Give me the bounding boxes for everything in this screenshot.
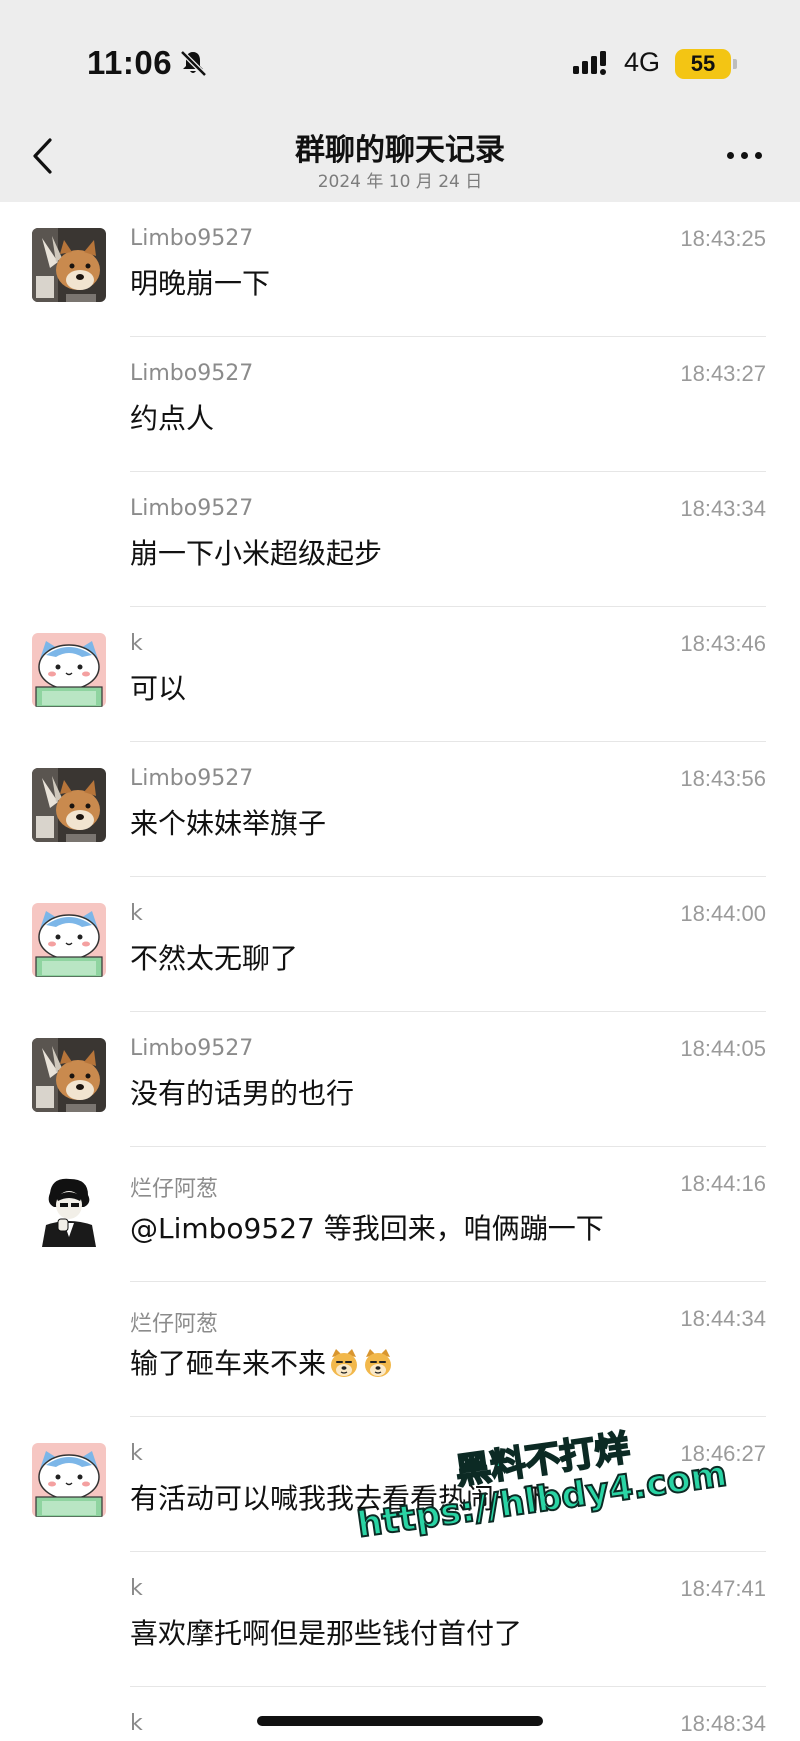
sender-name: Limbo9527: [130, 766, 254, 791]
message-text: 可以: [130, 667, 186, 707]
shiba-face-emoji: [362, 1347, 394, 1379]
sender-name: Limbo9527: [130, 1036, 254, 1061]
chat-message[interactable]: Limbo9527 18:43:25 明晚崩一下: [0, 202, 800, 337]
chat-message[interactable]: 烂仔阿葱 18:44:16 @Limbo9527 等我回来，咱俩蹦一下: [0, 1147, 800, 1282]
signal-icon: [573, 51, 606, 75]
shiba-avatar[interactable]: [32, 768, 106, 842]
page-subtitle-date: 2024 年 10 月 24 日: [317, 172, 483, 192]
message-text-content: 输了砸车来不来: [130, 1347, 327, 1380]
cat-avatar[interactable]: [32, 1443, 106, 1517]
message-text-content: 明晚崩一下: [130, 267, 271, 300]
chat-message[interactable]: Limbo9527 18:43:27 约点人: [0, 337, 800, 472]
message-text-content: @Limbo9527 等我回来，咱俩蹦一下: [130, 1212, 604, 1245]
chat-message[interactable]: k 18:48:34: [0, 1687, 800, 1741]
message-time: 18:43:46: [680, 631, 766, 656]
top-bar: 11:06 4G 55 群聊的聊天记录 2024 年 10 月 24 日: [0, 0, 800, 202]
battery-icon: 55: [675, 49, 731, 79]
message-text: 约点人: [130, 397, 214, 437]
message-time: 18:43:25: [680, 226, 766, 251]
message-time: 18:44:00: [680, 901, 766, 926]
chat-message[interactable]: Limbo9527 18:44:05 没有的话男的也行: [0, 1012, 800, 1147]
status-time: 11:06: [87, 44, 173, 81]
chat-message[interactable]: k 18:44:00 不然太无聊了: [0, 877, 800, 1012]
suit-avatar[interactable]: [32, 1173, 106, 1247]
chat-message[interactable]: 烂仔阿葱 18:44:34 输了砸车来不来: [0, 1282, 800, 1417]
chat-message[interactable]: k 18:43:46 可以: [0, 607, 800, 742]
more-icon[interactable]: [727, 152, 763, 160]
battery-tip: [733, 59, 737, 69]
sender-name: k: [130, 1711, 143, 1736]
message-text: 明晚崩一下: [130, 262, 270, 302]
message-text-content: 没有的话男的也行: [130, 1077, 355, 1110]
message-text: 不然太无聊了: [130, 937, 298, 977]
sender-name: k: [130, 631, 143, 656]
battery-level: 55: [690, 51, 716, 76]
message-text-content: 来个妹妹举旗子: [130, 807, 327, 840]
cat-avatar[interactable]: [32, 903, 106, 977]
shiba-avatar[interactable]: [32, 228, 106, 302]
shiba-avatar[interactable]: [32, 1038, 106, 1112]
message-text: @Limbo9527 等我回来，咱俩蹦一下: [130, 1207, 604, 1247]
sender-name: 烂仔阿葱: [130, 1312, 219, 1337]
message-time: 18:43:27: [680, 361, 766, 386]
message-time: 18:44:05: [680, 1036, 766, 1061]
chat-message[interactable]: Limbo9527 18:43:56 来个妹妹举旗子: [0, 742, 800, 877]
message-text: 来个妹妹举旗子: [130, 802, 326, 842]
message-time: 18:43:56: [680, 766, 766, 791]
chat-message[interactable]: Limbo9527 18:43:34 崩一下小米超级起步: [0, 472, 800, 607]
chat-history-screen: 11:06 4G 55 群聊的聊天记录 2024 年 10 月 24 日 Lim…: [0, 0, 800, 1741]
sender-name: 烂仔阿葱: [130, 1177, 219, 1202]
message-text-content: 可以: [130, 672, 187, 705]
message-time: 18:48:34: [680, 1711, 766, 1736]
sender-name: k: [130, 1576, 143, 1601]
message-text-content: 约点人: [130, 402, 215, 435]
message-text: 输了砸车来不来: [130, 1342, 394, 1382]
message-time: 18:47:41: [680, 1576, 766, 1601]
message-text: 崩一下小米超级起步: [130, 532, 382, 572]
page-title: 群聊的聊天记录: [295, 133, 505, 168]
message-text-content: 崩一下小米超级起步: [130, 537, 383, 570]
bell-muted-icon: [180, 50, 207, 77]
network-type: 4G: [624, 47, 661, 77]
message-text: 喜欢摩托啊但是那些钱付首付了: [130, 1612, 522, 1652]
message-time: 18:44:34: [680, 1306, 766, 1331]
message-text-content: 喜欢摩托啊但是那些钱付首付了: [130, 1617, 523, 1650]
sender-name: Limbo9527: [130, 361, 254, 386]
message-time: 18:44:16: [680, 1171, 766, 1196]
sender-name: Limbo9527: [130, 496, 254, 521]
sender-name: k: [130, 901, 143, 926]
cat-avatar[interactable]: [32, 633, 106, 707]
message-text: 没有的话男的也行: [130, 1072, 354, 1112]
home-indicator[interactable]: [257, 1716, 543, 1726]
message-time: 18:43:34: [680, 496, 766, 521]
sender-name: k: [130, 1441, 143, 1466]
sender-name: Limbo9527: [130, 226, 254, 251]
shiba-face-emoji: [328, 1347, 360, 1379]
message-text-content: 不然太无聊了: [130, 942, 299, 975]
